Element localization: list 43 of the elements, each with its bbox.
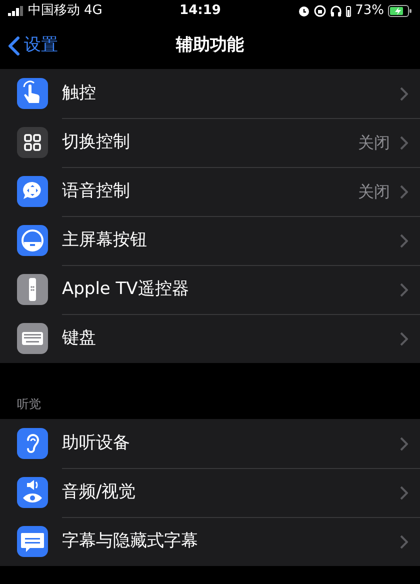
settings-row[interactable]: 音频/视觉 — [0, 468, 420, 517]
battery-icon — [388, 5, 412, 17]
chevron-icon — [400, 486, 408, 500]
row-value: 关闭 — [358, 132, 390, 154]
chevron-icon — [400, 86, 408, 100]
alarm-icon — [298, 5, 310, 17]
back-chevron-icon — [8, 36, 20, 56]
row-label: 助听设备 — [62, 432, 131, 455]
chevron-icon — [400, 185, 408, 199]
screen-title: 辅助功能 — [176, 34, 244, 58]
settings-row[interactable]: 字幕与隐藏式字幕 — [0, 517, 420, 566]
chevron-icon — [400, 136, 408, 150]
chevron-icon — [400, 436, 408, 450]
settings-row[interactable]: 切换控制 关闭 — [0, 118, 420, 167]
headphones-icon — [330, 5, 342, 17]
row-label: Apple TV遥控器 — [62, 278, 190, 302]
network-type: 4G — [84, 2, 102, 20]
chevron-icon — [400, 535, 408, 549]
chevron-icon — [400, 283, 408, 297]
settings-row[interactable]: 键盘 — [0, 314, 420, 363]
status-time: 14:19 — [180, 2, 221, 20]
signal-icon — [8, 6, 24, 16]
settings-row[interactable]: 触控 — [0, 69, 420, 118]
back-button[interactable]: 设置 — [8, 22, 58, 70]
row-label: 主屏幕按钮 — [62, 229, 148, 252]
battery-percent: 73% — [355, 2, 384, 20]
row-label: 音频/视觉 — [62, 481, 137, 504]
row-label: 语音控制 — [62, 180, 131, 204]
settings-row[interactable]: Apple TV遥控器 — [0, 265, 420, 314]
row-value: 关闭 — [358, 181, 390, 203]
row-label: 触控 — [62, 82, 97, 105]
row-label: 字幕与隐藏式字幕 — [62, 530, 199, 554]
settings-row[interactable]: 主屏幕按钮 — [0, 216, 420, 265]
settings-row[interactable]: 语音控制 关闭 — [0, 167, 420, 216]
chevron-icon — [400, 332, 408, 346]
settings-row[interactable]: 助听设备 — [0, 419, 420, 468]
chevron-icon — [400, 234, 408, 248]
row-label: 键盘 — [62, 327, 97, 350]
row-label: 切换控制 — [62, 131, 131, 154]
carrier-name: 中国移动 — [28, 2, 80, 20]
device-battery-icon — [346, 6, 352, 16]
section-header: 听觉 — [16, 396, 42, 413]
rotation-lock-icon — [314, 5, 326, 17]
